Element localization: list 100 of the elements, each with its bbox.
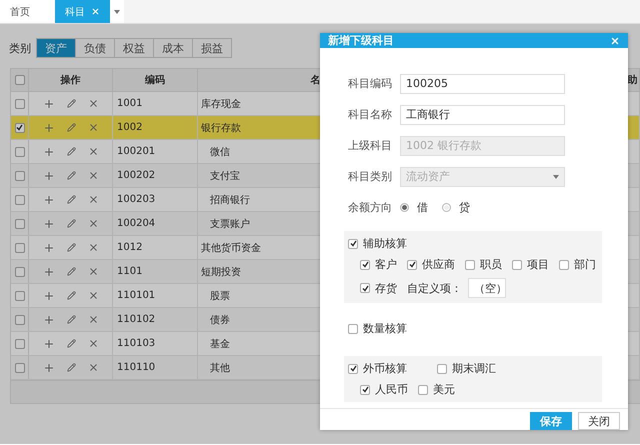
checkbox-option[interactable]: 辅助核算 [348,236,407,251]
checkbox[interactable] [14,75,24,85]
tab[interactable]: 首页 [0,0,55,23]
checkbox[interactable] [14,314,24,324]
edit-icon[interactable] [67,243,76,252]
checkbox[interactable] [14,242,24,252]
checkbox[interactable] [360,260,370,270]
name-cell-text: 短期投资 [201,266,241,278]
edit-icon[interactable] [67,315,76,324]
caret-icon [114,10,120,14]
input-field[interactable]: 工商银行 [400,104,565,124]
checkbox[interactable] [14,290,24,300]
checkbox-option[interactable]: 项目 [512,257,549,272]
add-icon[interactable] [43,314,55,326]
checkbox[interactable] [512,260,522,270]
checkbox[interactable] [437,364,447,374]
checkbox[interactable] [14,266,24,276]
add-icon[interactable] [43,362,55,374]
checkbox[interactable] [407,260,417,270]
delete-icon[interactable] [88,98,99,109]
radio-option[interactable]: 借 [400,200,428,215]
edit-icon[interactable] [67,147,76,156]
edit-icon[interactable] [67,195,76,204]
checkbox-option[interactable]: 期末调汇 [437,361,496,376]
checkbox[interactable] [14,98,24,108]
checkbox[interactable] [14,194,24,204]
checkbox-option[interactable]: 美元 [418,382,455,397]
checkbox[interactable] [348,364,358,374]
field-label: 科目编码 [348,76,393,91]
name-cell-text: 其他 [210,362,230,374]
close-button[interactable]: 关闭 [578,412,620,430]
checkbox[interactable] [360,384,370,394]
edit-icon[interactable] [67,267,76,276]
code-cell: 1002 [117,122,142,133]
tab-menu-button[interactable] [110,0,124,23]
checkbox-option[interactable]: 外币核算 [348,361,407,376]
dialog-title: 新增下级科目 [328,33,394,48]
edit-icon[interactable] [67,363,76,372]
delete-icon[interactable] [88,362,99,373]
checkbox-option[interactable]: 数量核算 [348,321,407,336]
edit-icon[interactable] [67,99,76,108]
code-cell: 1001 [117,98,142,109]
edit-icon[interactable] [67,219,76,228]
add-icon[interactable] [43,290,55,302]
checkbox[interactable] [348,324,358,334]
checkbox-option[interactable]: 客户 [360,257,397,272]
category-tab[interactable]: 成本 [153,38,193,58]
edit-icon[interactable] [67,291,76,300]
edit-icon[interactable] [67,339,76,348]
add-icon[interactable] [43,218,55,230]
checkbox[interactable] [418,384,428,394]
delete-icon[interactable] [88,266,99,277]
close-icon[interactable] [91,7,100,16]
column-header: 操作 [29,69,113,91]
delete-icon[interactable] [88,146,99,157]
code-cell: 100203 [117,194,156,205]
checkbox[interactable] [559,260,569,270]
field-label: 科目名称 [348,107,393,122]
checkbox[interactable] [14,146,24,156]
checkbox[interactable] [348,238,358,248]
add-icon[interactable] [43,170,55,182]
add-icon[interactable] [43,146,55,158]
checkbox[interactable] [14,338,24,348]
checkbox[interactable] [465,260,475,270]
checkbox[interactable] [14,122,24,132]
delete-icon[interactable] [88,338,99,349]
checkbox[interactable] [360,283,370,293]
category-tab[interactable]: 负债 [75,38,115,58]
add-icon[interactable] [43,266,55,278]
checkbox-option[interactable]: 供应商 [407,257,455,272]
close-icon[interactable] [610,36,620,46]
add-icon[interactable] [43,194,55,206]
checkbox-option[interactable]: 部门 [559,257,596,272]
code-cell: 100204 [117,218,156,229]
category-tab[interactable]: 损益 [192,38,232,58]
delete-icon[interactable] [88,194,99,205]
edit-icon[interactable] [67,123,76,132]
radio-option[interactable]: 贷 [442,200,470,215]
checkbox-option[interactable]: 存货 [360,280,397,296]
checkbox[interactable] [14,218,24,228]
name-cell-text: 库存现金 [201,98,241,110]
input-field[interactable]: 100205 [400,74,565,94]
select-field[interactable]: （空） [468,278,506,298]
add-icon[interactable] [43,242,55,254]
checkbox-option[interactable]: 人民币 [360,382,408,397]
checkbox-option[interactable]: 职员 [465,257,502,272]
caret-icon [553,174,559,178]
add-icon[interactable] [43,98,55,110]
checkbox[interactable] [14,362,24,372]
category-tab[interactable]: 权益 [114,38,154,58]
delete-icon[interactable] [88,218,99,229]
delete-icon[interactable] [88,242,99,253]
delete-icon[interactable] [88,122,99,133]
delete-icon[interactable] [88,314,99,325]
checkbox[interactable] [14,170,24,180]
delete-icon[interactable] [88,290,99,301]
add-icon[interactable] [43,122,55,134]
edit-icon[interactable] [67,171,76,180]
add-icon[interactable] [43,338,55,350]
delete-icon[interactable] [88,170,99,181]
